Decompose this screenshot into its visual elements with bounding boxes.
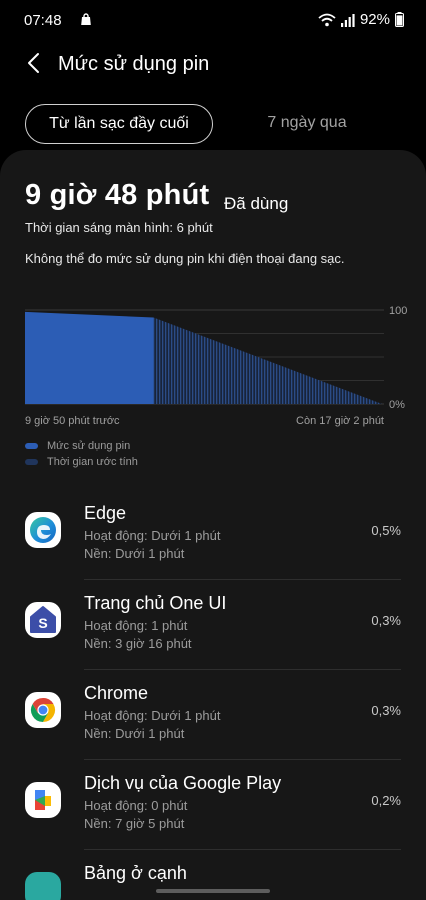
edge-icon: [25, 512, 61, 548]
status-bar: 07:48 92%: [0, 0, 426, 42]
app-usage-percent: 0,3%: [371, 703, 401, 718]
app-name: Edge: [84, 503, 127, 523]
x-label-start: 9 giờ 50 phút trước: [25, 415, 120, 427]
app-name: Dịch vụ của Google Play: [84, 773, 282, 793]
legend-item-estimate: Thời gian ước tính: [25, 454, 138, 470]
shopping-bag-icon: [80, 13, 92, 31]
legend-label-estimate: Thời gian ước tính: [47, 456, 138, 468]
app-usage-percent: 0,2%: [371, 793, 401, 808]
app-background-time: Nền: Dưới 1 phút: [84, 546, 185, 561]
legend-label-usage: Mức sử dụng pin: [47, 440, 131, 452]
back-button[interactable]: [18, 50, 48, 80]
chart-legend: Mức sử dụng pin Thời gian ước tính: [25, 438, 138, 470]
y-tick-label-100: 100: [389, 305, 407, 317]
status-time: 07:48: [24, 12, 62, 29]
app-item-one-ui-home[interactable]: S Trang chủ One UI Hoạt động: 1 phút Nền…: [0, 580, 426, 670]
usage-suffix: Đã dùng: [224, 194, 289, 213]
app-usage-percent: 0,5%: [371, 523, 401, 538]
battery-usage-chart: 100 0% 9 giờ 50 phút trước Còn 17 giờ 2 …: [25, 305, 407, 427]
legend-swatch-usage: [25, 443, 38, 449]
legend-item-usage: Mức sử dụng pin: [25, 438, 138, 454]
header: Mức sử dụng pin: [0, 42, 426, 88]
app-name: Bảng ở cạnh: [84, 863, 187, 883]
battery-usage-screen: 07:48 92% Mức sử dụng pin Từ lần sạc đầy…: [0, 0, 426, 900]
chevron-left-icon: [26, 52, 40, 79]
app-item-google-play-services[interactable]: Dịch vụ của Google Play Hoạt động: 0 phú…: [0, 760, 426, 850]
usage-time: 9 giờ 48 phút: [25, 179, 210, 211]
app-active-time: Hoạt động: Dưới 1 phút: [84, 528, 221, 543]
app-background-time: Nền: Dưới 1 phút: [84, 726, 185, 741]
tab-last-7-days[interactable]: 7 ngày qua: [236, 104, 378, 142]
status-icons: 92%: [318, 11, 404, 28]
legend-swatch-estimate: [25, 459, 38, 465]
app-active-time: Hoạt động: 1 phút: [84, 618, 188, 633]
usage-card: 9 giờ 48 phút Đã dùng Thời gian sáng màn…: [0, 150, 426, 900]
charging-note: Không thể đo mức sử dụng pin khi điện th…: [25, 251, 345, 266]
edge-panel-icon: [25, 872, 61, 900]
app-background-time: Nền: 7 giờ 5 phút: [84, 816, 185, 831]
app-active-time: Hoạt động: Dưới 1 phút: [84, 708, 221, 723]
app-name: Chrome: [84, 683, 149, 703]
one-ui-home-icon: S: [25, 602, 61, 638]
svg-text:S: S: [38, 615, 47, 631]
app-item-chrome[interactable]: Chrome Hoạt động: Dưới 1 phút Nền: Dưới …: [0, 670, 426, 760]
battery-usage-area: [25, 311, 154, 404]
battery-percent: 92%: [359, 11, 390, 28]
y-tick-label-0: 0%: [389, 399, 405, 411]
page-title: Mức sử dụng pin: [58, 53, 210, 75]
app-active-time: Hoạt động: 0 phút: [84, 798, 188, 813]
chrome-icon: [25, 692, 61, 728]
app-name: Trang chủ One UI: [84, 593, 227, 613]
app-usage-percent: 0,3%: [371, 613, 401, 628]
app-background-time: Nền: 3 giờ 16 phút: [84, 636, 192, 651]
google-play-services-icon: [25, 782, 61, 818]
tab-since-last-full-charge[interactable]: Từ lần sạc đầy cuối: [25, 104, 213, 144]
app-usage-list: Edge Hoạt động: Dưới 1 phút Nền: Dưới 1 …: [0, 490, 426, 900]
estimated-time-area: [153, 317, 382, 404]
screen-on-time: Thời gian sáng màn hình: 6 phút: [25, 220, 213, 235]
period-tabs: Từ lần sạc đầy cuối 7 ngày qua: [0, 104, 426, 146]
wifi-icon: [318, 13, 336, 27]
battery-icon: [395, 12, 404, 27]
app-item-edge[interactable]: Edge Hoạt động: Dưới 1 phút Nền: Dưới 1 …: [0, 490, 426, 580]
x-label-end: Còn 17 giờ 2 phút: [296, 415, 384, 427]
signal-icon: [340, 13, 355, 27]
home-indicator[interactable]: [156, 889, 270, 893]
